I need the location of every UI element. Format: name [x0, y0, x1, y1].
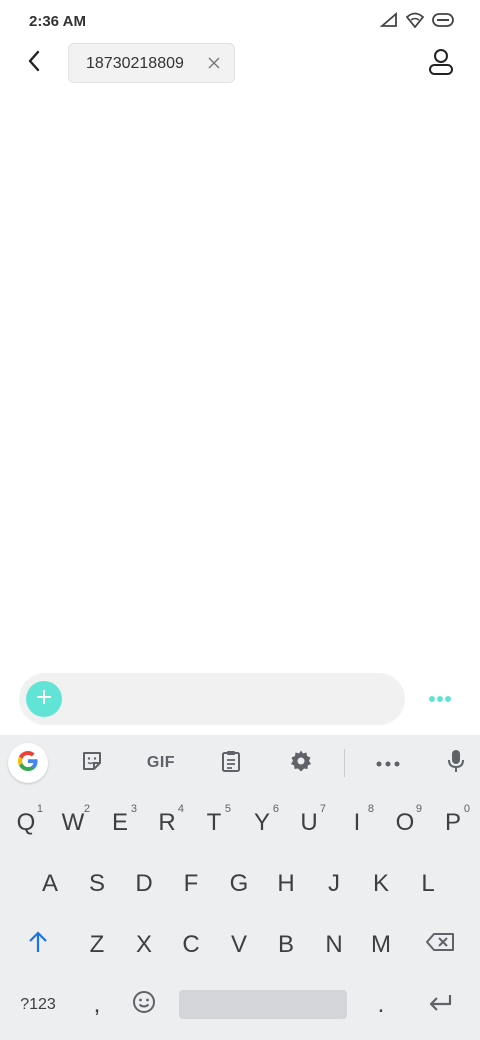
key-label: P	[444, 809, 461, 836]
key-label: I	[353, 809, 361, 836]
top-bar: 18730218809	[0, 42, 480, 86]
symbols-key[interactable]: ?123	[10, 977, 66, 1033]
backspace-key[interactable]	[417, 917, 463, 973]
key-label: W	[61, 809, 85, 836]
key-f[interactable]: F	[168, 856, 214, 912]
key-b[interactable]: B	[263, 917, 309, 973]
enter-icon	[427, 991, 453, 1019]
mic-icon	[447, 749, 465, 778]
more-dots-icon	[428, 690, 452, 708]
key-h[interactable]: H	[263, 856, 309, 912]
plus-icon	[35, 688, 53, 711]
clipboard-icon	[221, 749, 241, 778]
key-k[interactable]: K	[358, 856, 404, 912]
key-hint: 8	[367, 803, 374, 815]
key-hint: 3	[130, 803, 137, 815]
key-j[interactable]: J	[311, 856, 357, 912]
key-label: T	[206, 809, 222, 836]
key-g[interactable]: G	[216, 856, 262, 912]
status-bar: 2:36 AM	[0, 0, 480, 42]
keyboard: GIF Q1 W2 E3 R4 T5 Y6 U7 I8 O9 P 0 A S D…	[0, 735, 480, 1040]
add-attachment-button[interactable]	[26, 681, 62, 717]
key-x[interactable]: X	[121, 917, 167, 973]
more-icon	[376, 754, 400, 772]
signal-icon	[379, 12, 398, 33]
key-u[interactable]: U7	[286, 795, 332, 851]
key-hint: 4	[177, 803, 184, 815]
key-p[interactable]: P0	[430, 795, 476, 851]
key-y[interactable]: Y6	[239, 795, 285, 851]
google-icon	[16, 749, 40, 778]
more-options-button[interactable]	[424, 688, 456, 710]
contact-icon	[428, 48, 454, 81]
status-icons	[379, 12, 454, 33]
emoji-key[interactable]	[121, 977, 167, 1033]
key-label: U	[300, 809, 318, 836]
key-v[interactable]: V	[216, 917, 262, 973]
enter-key[interactable]	[417, 977, 463, 1033]
voice-button[interactable]	[436, 743, 476, 783]
key-s[interactable]: S	[74, 856, 120, 912]
comma-key[interactable]: ,	[74, 977, 120, 1033]
key-r[interactable]: R4	[144, 795, 190, 851]
shift-key[interactable]	[15, 917, 61, 973]
recipient-chip[interactable]: 18730218809	[68, 43, 235, 83]
key-q[interactable]: Q1	[3, 795, 49, 851]
compose-bar	[19, 673, 405, 725]
key-hint: 6	[272, 803, 279, 815]
status-time: 2:36 AM	[29, 13, 86, 30]
key-t[interactable]: T5	[191, 795, 237, 851]
key-hint: 5	[224, 803, 231, 815]
keyboard-toolbar: GIF	[0, 735, 480, 790]
contact-button[interactable]	[424, 46, 458, 82]
settings-button[interactable]	[281, 743, 321, 783]
key-label: E	[111, 809, 128, 836]
key-hint: 7	[319, 803, 326, 815]
key-l[interactable]: L	[405, 856, 451, 912]
key-hint: 1	[36, 803, 43, 815]
key-c[interactable]: C	[168, 917, 214, 973]
clipboard-button[interactable]	[211, 743, 251, 783]
gear-icon	[289, 749, 313, 778]
sticker-icon	[81, 750, 103, 777]
sticker-button[interactable]	[72, 743, 112, 783]
more-tools-button[interactable]	[368, 743, 408, 783]
key-a[interactable]: A	[27, 856, 73, 912]
gif-button[interactable]: GIF	[141, 743, 181, 783]
shift-arrow-icon	[28, 930, 48, 960]
key-label: Y	[253, 809, 270, 836]
back-button[interactable]	[20, 48, 48, 78]
key-n[interactable]: N	[311, 917, 357, 973]
gif-label: GIF	[146, 754, 176, 771]
back-arrow-icon	[26, 49, 42, 78]
key-label: R	[158, 809, 176, 836]
key-hint: 2	[83, 803, 90, 815]
toolbar-divider	[344, 749, 345, 777]
recipient-number: 18730218809	[86, 55, 184, 72]
key-hint: 0	[463, 803, 470, 815]
key-w[interactable]: W2	[50, 795, 96, 851]
battery-icon	[432, 12, 454, 33]
message-input[interactable]	[71, 673, 391, 725]
key-m[interactable]: M	[358, 917, 404, 973]
key-hint: 9	[415, 803, 422, 815]
backspace-icon	[425, 931, 455, 959]
key-i[interactable]: I8	[334, 795, 380, 851]
key-label: Q	[16, 809, 36, 836]
key-e[interactable]: E3	[97, 795, 143, 851]
period-key[interactable]: .	[358, 977, 404, 1033]
wifi-icon	[405, 12, 425, 33]
emoji-icon	[132, 990, 156, 1021]
space-bar[interactable]	[179, 990, 347, 1019]
key-z[interactable]: Z	[74, 917, 120, 973]
key-d[interactable]: D	[121, 856, 167, 912]
close-icon[interactable]	[206, 55, 222, 71]
key-label: O	[395, 809, 415, 836]
key-o[interactable]: O9	[382, 795, 428, 851]
google-button[interactable]	[8, 743, 48, 783]
